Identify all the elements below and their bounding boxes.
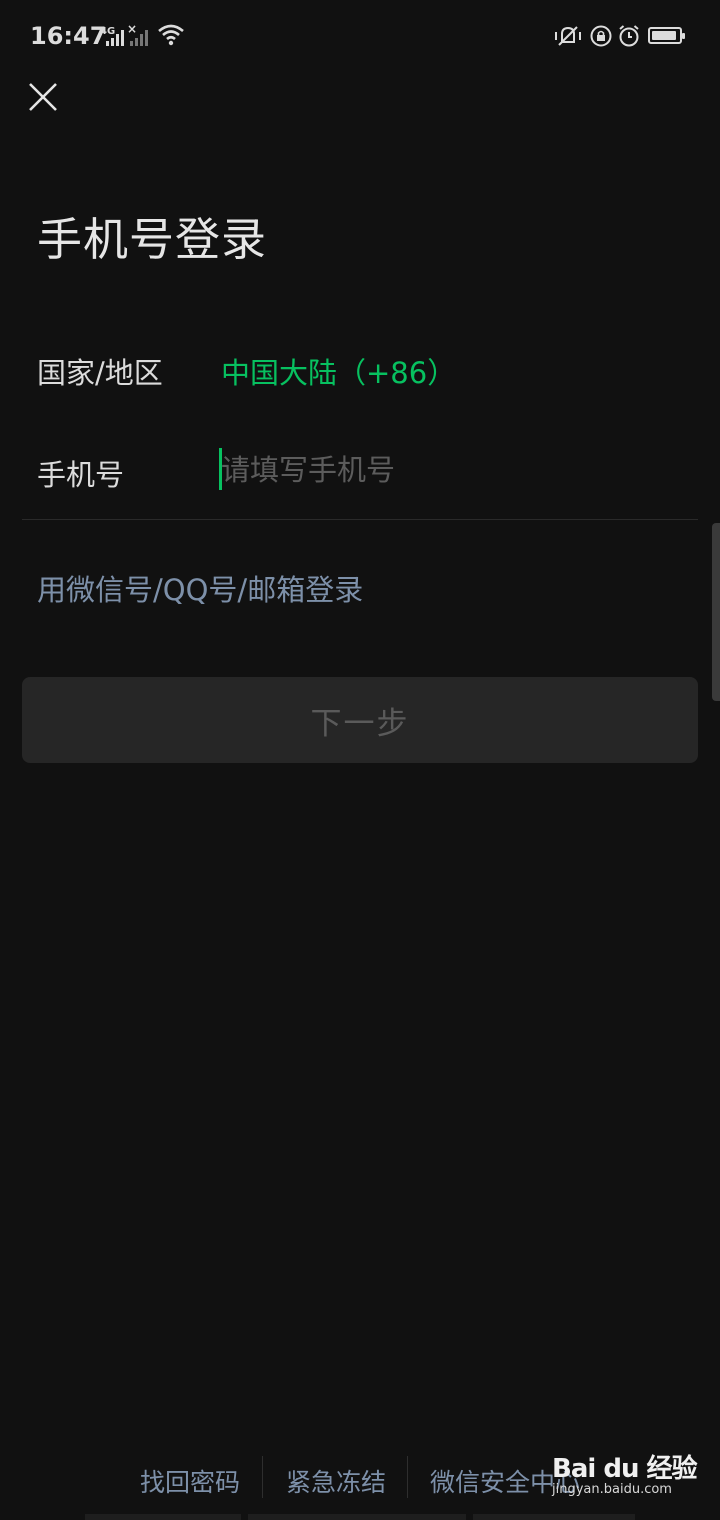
close-button[interactable]: [28, 82, 58, 112]
vibrate-icon: [555, 26, 581, 46]
region-selector[interactable]: 中国大陆（+86）: [221, 350, 456, 392]
divider: [22, 519, 698, 520]
page-title: 手机号登录: [37, 213, 268, 266]
recover-password-link[interactable]: 找回密码: [140, 1463, 240, 1499]
phone-input[interactable]: [221, 446, 691, 494]
alarm-icon: [619, 25, 639, 47]
emergency-freeze-link[interactable]: 紧急冻结: [286, 1463, 386, 1499]
rotation-lock-icon: [590, 25, 612, 47]
watermark-brand: Bai du 经验: [552, 1454, 697, 1484]
alternate-login-link[interactable]: 用微信号/QQ号/邮箱登录: [37, 567, 363, 609]
signal-icon: [106, 30, 124, 46]
footer-divider: [262, 1456, 263, 1498]
watermark-logo: Bai du 经验 jingyan.baidu.com: [552, 1442, 702, 1504]
scrollbar[interactable]: [712, 523, 720, 701]
text-caret: [219, 448, 222, 490]
footer-divider: [407, 1456, 408, 1498]
status-time: 16:47: [30, 22, 107, 50]
battery-icon: [648, 27, 685, 44]
bottom-bar: [473, 1514, 635, 1520]
bottom-bar: [248, 1514, 466, 1520]
phone-label: 手机号: [37, 458, 125, 492]
watermark-url: jingyan.baidu.com: [552, 1482, 672, 1497]
bottom-bar: [85, 1514, 241, 1520]
wifi-icon: [158, 24, 184, 46]
signal-no-service-icon: [130, 30, 152, 46]
region-label: 国家/地区: [37, 356, 163, 390]
next-button[interactable]: 下一步: [22, 677, 698, 763]
